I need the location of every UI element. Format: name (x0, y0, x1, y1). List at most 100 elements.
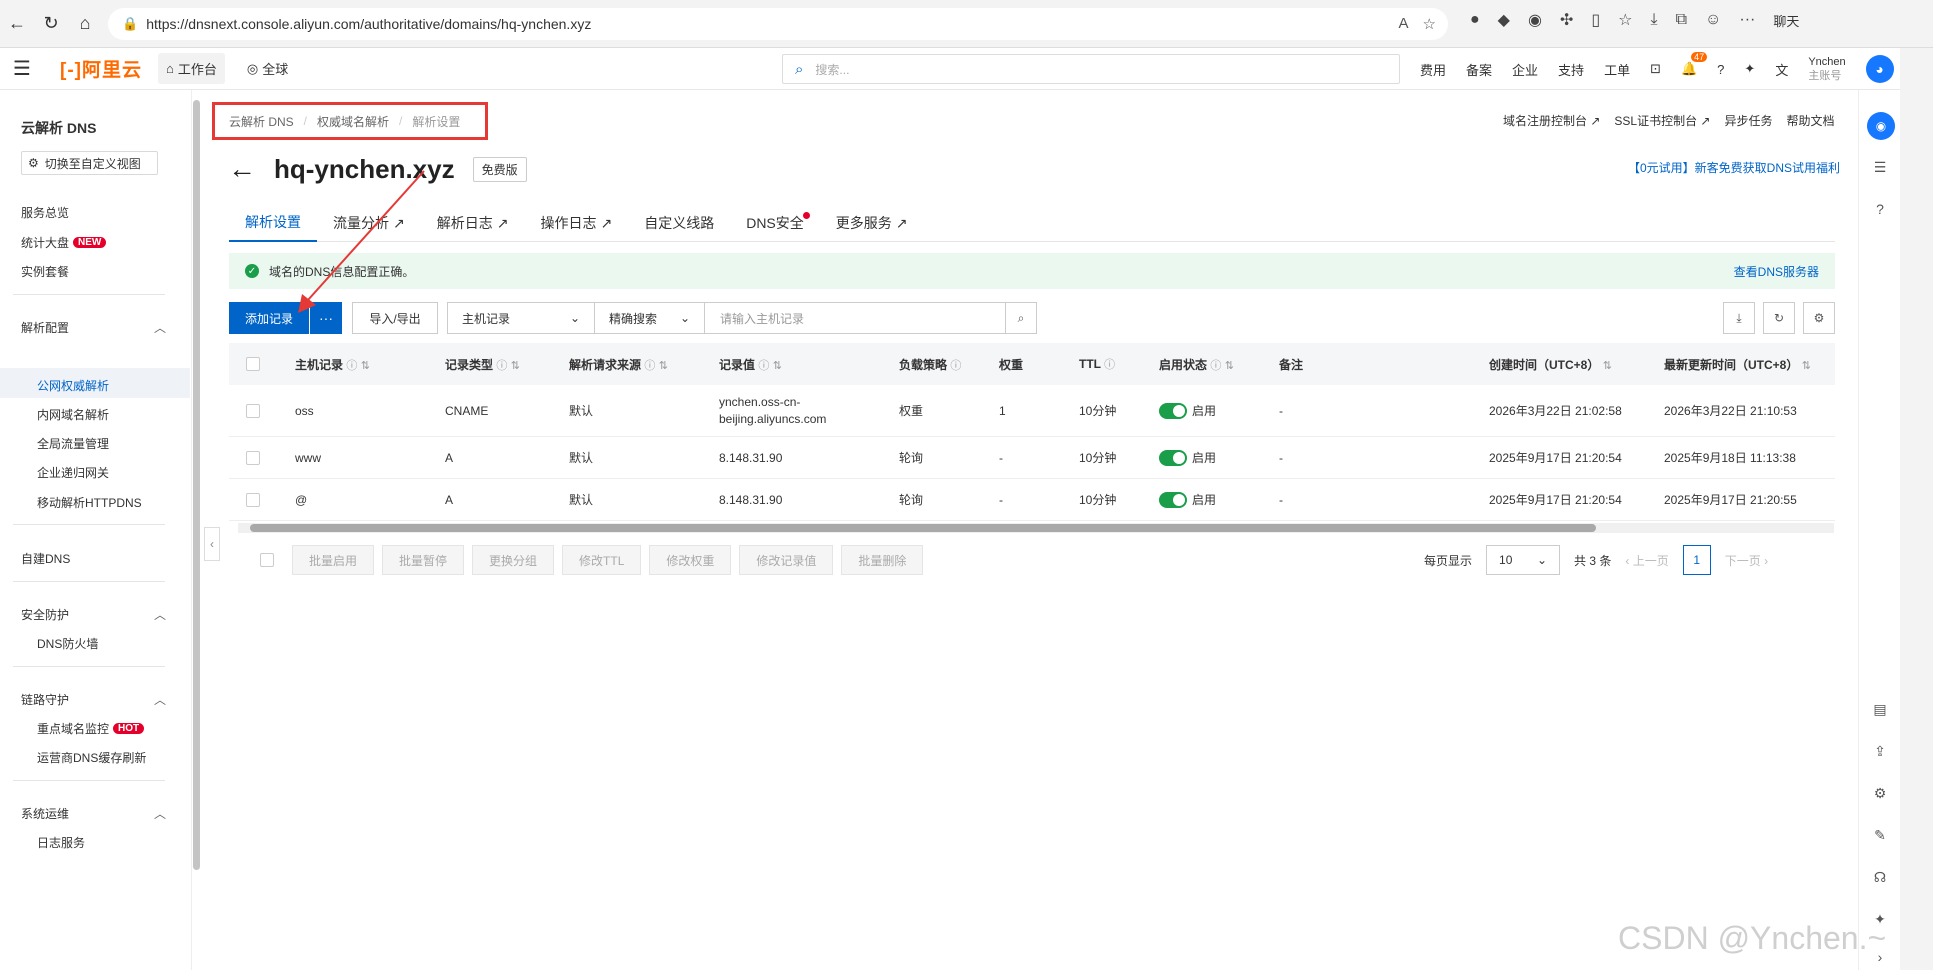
page-number-current[interactable]: 1 (1682, 545, 1711, 575)
download-icon[interactable]: ⤓ (1723, 302, 1755, 334)
add-record-button[interactable]: 添加记录 (229, 302, 309, 334)
sidebar-scrollbar[interactable] (193, 100, 200, 870)
status-toggle[interactable] (1159, 450, 1187, 467)
status-toggle[interactable] (1159, 403, 1187, 420)
async-tasks-link[interactable]: 异步任务 (1724, 112, 1772, 129)
row-checkbox[interactable] (246, 492, 260, 507)
per-page-select[interactable]: 10 ⌄ (1486, 545, 1561, 575)
tab-resolution-log[interactable]: 解析日志 ↗ (421, 204, 525, 242)
ai-robot-icon[interactable]: ◉ (1867, 112, 1895, 140)
sidebar-item-dns-firewall[interactable]: DNS防火墙 (37, 635, 98, 652)
sidebar-group-security[interactable]: 安全防护 ︿ (21, 606, 166, 623)
sidebar-item-gtm[interactable]: 全局流量管理 (37, 435, 109, 452)
prev-page-button[interactable]: ‹ 上一页 (1625, 552, 1668, 569)
user-info[interactable]: Ynchen 主账号 (1808, 55, 1845, 83)
avatar[interactable]: ◕ (1865, 55, 1894, 83)
terminal-icon[interactable]: ⊡ (1650, 61, 1661, 77)
batch-enable-button[interactable]: 批量启用 (292, 545, 375, 575)
tab-more-services[interactable]: 更多服务 ↗ (820, 204, 924, 242)
header-link-support[interactable]: 支持 (1558, 60, 1584, 79)
batch-delete-button[interactable]: 批量删除 (841, 545, 924, 575)
profile-icon[interactable]: ☺ (1705, 11, 1721, 29)
help-icon[interactable]: ? (1717, 62, 1724, 77)
batch-select-checkbox[interactable] (260, 553, 274, 567)
home-icon[interactable]: ⌂ (68, 7, 102, 41)
screenshot-icon[interactable]: ⧉ (1676, 11, 1687, 29)
tab-resolution-settings[interactable]: 解析设置 (229, 204, 317, 242)
edit-icon[interactable]: ✎ (1871, 826, 1889, 844)
refresh-icon[interactable]: ↻ (1763, 302, 1795, 334)
sidebar-item-cache-refresh[interactable]: 运营商DNS缓存刷新 (37, 749, 146, 766)
sidebar-item-instances[interactable]: 实例套餐 (21, 263, 69, 280)
sidebar-item-log-service[interactable]: 日志服务 (37, 834, 85, 851)
promo-link[interactable]: 【0元试用】新客免费获取DNS试用福利 (1628, 159, 1840, 176)
row-checkbox[interactable] (246, 403, 260, 418)
sidebar-group-link[interactable]: 链路守护 ︿ (21, 691, 166, 708)
export-icon[interactable]: ⇪ (1871, 742, 1889, 760)
col-created[interactable]: 创建时间（UTC+8） ⇅ (1489, 356, 1612, 373)
sidebar-item-self-dns[interactable]: 自建DNS (21, 550, 70, 567)
document-icon[interactable]: ▤ (1871, 700, 1889, 718)
batch-pause-button[interactable]: 批量暂停 (382, 545, 465, 575)
modify-ttl-button[interactable]: 修改TTL (562, 545, 642, 575)
table-horizontal-scrollbar[interactable] (238, 523, 1834, 533)
headset-icon[interactable]: ☊ (1871, 868, 1889, 886)
select-all-checkbox[interactable] (246, 357, 260, 371)
favorite-star-icon[interactable]: ☆ (1423, 15, 1436, 33)
ai-assistant-icon[interactable]: ✦ (1744, 61, 1755, 77)
help-docs-link[interactable]: 帮助文档 (1787, 112, 1835, 129)
extension-icon[interactable]: ◉ (1528, 10, 1542, 30)
help-circle-icon[interactable]: ? (1871, 200, 1889, 218)
back-arrow-icon[interactable]: ← (228, 153, 256, 185)
download-icon[interactable]: ⤓ (1651, 11, 1658, 29)
tab-dns-security[interactable]: DNS安全 (730, 204, 820, 242)
modify-weight-button[interactable]: 修改权重 (649, 545, 732, 575)
tab-custom-line[interactable]: 自定义线路 (628, 204, 730, 242)
global-search-input[interactable]: ⌕ 搜索... (782, 54, 1400, 84)
sidebar-item-domain-monitor[interactable]: 重点域名监控 HOT (37, 720, 145, 737)
col-updated[interactable]: 最新更新时间（UTC+8） ⇅ (1664, 356, 1811, 373)
bell-icon[interactable]: 🔔 47 (1681, 52, 1708, 77)
extension-icon[interactable]: ● (1470, 11, 1480, 29)
language-icon[interactable]: 文 (1775, 60, 1788, 79)
col-source[interactable]: 解析请求来源 ⓘ ⇅ (569, 356, 668, 373)
list-icon[interactable]: ☰ (1871, 158, 1889, 176)
ssl-console-link[interactable]: SSL证书控制台 ↗ (1614, 112, 1710, 129)
sidebar-item-httpdns[interactable]: 移动解析HTTPDNS (37, 494, 142, 511)
switch-view-button[interactable]: ⚙ 切换至自定义视图 (21, 151, 158, 175)
header-link-billing[interactable]: 费用 (1420, 60, 1446, 79)
address-bar[interactable]: 🔒 https://dnsnext.console.aliyun.com/aut… (108, 8, 1448, 40)
back-icon[interactable]: ← (0, 7, 34, 41)
record-search-input[interactable]: 请输入主机记录 (704, 302, 1006, 334)
global-link[interactable]: ◎ 全球 (247, 59, 288, 78)
breadcrumb-item[interactable]: 权威域名解析 (317, 113, 389, 130)
sidebar-item-recursive[interactable]: 企业递归网关 (37, 464, 109, 481)
menu-icon[interactable]: ☰ (0, 56, 44, 81)
sidebar-item-private-zone[interactable]: 内网域名解析 (37, 406, 109, 423)
sidebar-group-ops[interactable]: 系统运维 ︿ (21, 805, 166, 822)
view-dns-servers-link[interactable]: 查看DNS服务器 (1734, 263, 1819, 280)
more-actions-button[interactable]: ··· (310, 302, 342, 334)
col-host[interactable]: 主机记录 ⓘ ⇅ (295, 356, 370, 373)
domain-console-link[interactable]: 域名注册控制台 ↗ (1503, 112, 1600, 129)
search-icon[interactable]: ⌕ (1005, 302, 1037, 334)
col-value[interactable]: 记录值 ⓘ ⇅ (719, 356, 782, 373)
more-icon[interactable]: ··· (1739, 11, 1755, 29)
split-screen-icon[interactable]: ▯ (1591, 10, 1600, 30)
tab-operation-log[interactable]: 操作日志 ↗ (524, 204, 628, 242)
search-field-select[interactable]: 主机记录 ⌄ (447, 302, 595, 334)
puzzle-icon[interactable]: ✣ (1560, 10, 1573, 30)
sidebar-item-overview[interactable]: 服务总览 (21, 204, 69, 221)
header-link-icp[interactable]: 备案 (1466, 60, 1492, 79)
reload-icon[interactable]: ↻ (34, 7, 68, 41)
read-aloud-icon[interactable]: A (1399, 15, 1409, 33)
extension-icon[interactable]: ◆ (1498, 10, 1510, 30)
aliyun-logo[interactable]: [-]阿里云 (60, 55, 142, 82)
import-export-button[interactable]: 导入/导出 (352, 302, 438, 334)
col-type[interactable]: 记录类型 ⓘ ⇅ (445, 356, 520, 373)
sidebar-item-dashboard[interactable]: 统计大盘 NEW (21, 234, 107, 251)
scrollbar-thumb[interactable] (250, 524, 1596, 532)
workbench-link[interactable]: ⌂ 工作台 (157, 53, 225, 84)
col-status[interactable]: 启用状态 ⓘ ⇅ (1159, 356, 1234, 373)
sidebar-group-resolution[interactable]: 解析配置 ︿ (21, 319, 166, 336)
